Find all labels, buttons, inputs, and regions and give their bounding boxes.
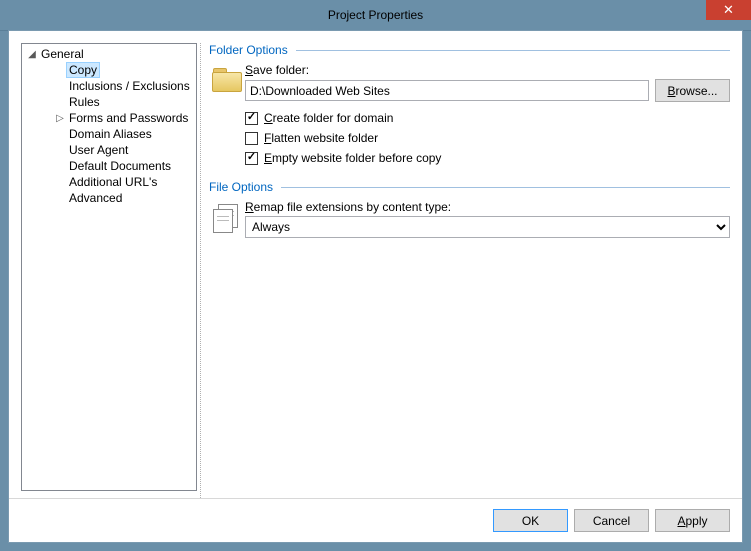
remap-select[interactable]: Always	[245, 216, 730, 238]
splitter[interactable]	[197, 43, 205, 498]
folder-options-body: Save folder: Browse... Create folder for…	[209, 63, 730, 168]
nav-item-default-documents[interactable]: ▷ Default Documents	[22, 158, 196, 174]
project-properties-window: Project Properties ✕ ◢ General ▷ Copy ▷ …	[0, 0, 751, 551]
divider	[296, 50, 730, 51]
main-panel: Folder Options Save folder:	[205, 43, 730, 498]
fields-column: Save folder: Browse... Create folder for…	[245, 63, 730, 168]
spacer-icon: ▷	[54, 97, 66, 108]
icon-column	[209, 200, 245, 238]
nav-label: User Agent	[66, 143, 131, 157]
spacer-icon: ▷	[54, 65, 66, 76]
spacer-icon: ▷	[54, 145, 66, 156]
folder-options-header: Folder Options	[209, 43, 730, 57]
spacer-icon: ▷	[54, 193, 66, 204]
nav-item-additional-urls[interactable]: ▷ Additional URL's	[22, 174, 196, 190]
nav-label: Additional URL's	[66, 175, 160, 189]
expand-icon[interactable]: ▷	[54, 113, 66, 124]
file-options-header: File Options	[209, 180, 730, 194]
titlebar[interactable]: Project Properties ✕	[0, 0, 751, 31]
folder-icon	[212, 67, 242, 93]
nav-label: Copy	[66, 62, 100, 78]
divider	[281, 187, 730, 188]
nav-label: General	[38, 47, 87, 61]
empty-folder-row[interactable]: Empty website folder before copy	[245, 148, 730, 168]
cancel-button[interactable]: Cancel	[574, 509, 649, 532]
create-folder-label: Create folder for domain	[264, 111, 393, 125]
icon-column	[209, 63, 245, 168]
spacer-icon: ▷	[54, 129, 66, 140]
client-area: ◢ General ▷ Copy ▷ Inclusions / Exclusio…	[8, 30, 743, 543]
save-folder-row: Browse...	[245, 79, 730, 102]
flatten-folder-label: Flatten website folder	[264, 131, 378, 145]
browse-button[interactable]: Browse...	[655, 79, 730, 102]
nav-item-advanced[interactable]: ▷ Advanced	[22, 190, 196, 206]
window-title: Project Properties	[0, 8, 751, 22]
save-folder-input[interactable]	[245, 80, 649, 101]
group-legend: Folder Options	[209, 43, 296, 57]
apply-button[interactable]: Apply	[655, 509, 730, 532]
create-folder-row[interactable]: Create folder for domain	[245, 108, 730, 128]
nav-label: Advanced	[66, 191, 125, 205]
nav-label: Forms and Passwords	[66, 111, 191, 125]
save-folder-label: Save folder:	[245, 63, 730, 77]
file-options-body: Remap file extensions by content type: A…	[209, 200, 730, 238]
nav-item-user-agent[interactable]: ▷ User Agent	[22, 142, 196, 158]
flatten-folder-row[interactable]: Flatten website folder	[245, 128, 730, 148]
button-bar: OK Cancel Apply	[9, 498, 742, 542]
nav-item-domain-aliases[interactable]: ▷ Domain Aliases	[22, 126, 196, 142]
empty-folder-checkbox[interactable]	[245, 152, 258, 165]
nav-label: Default Documents	[66, 159, 174, 173]
close-icon: ✕	[723, 2, 734, 18]
expand-icon[interactable]: ◢	[26, 49, 38, 60]
nav-label: Rules	[66, 95, 103, 109]
nav-label: Inclusions / Exclusions	[66, 79, 193, 93]
spacer-icon: ▷	[54, 161, 66, 172]
close-button[interactable]: ✕	[706, 0, 751, 20]
remap-label: Remap file extensions by content type:	[245, 200, 730, 214]
nav-item-forms[interactable]: ▷ Forms and Passwords	[22, 110, 196, 126]
spacer-icon: ▷	[54, 81, 66, 92]
group-legend: File Options	[209, 180, 281, 194]
nav-item-copy[interactable]: ▷ Copy	[22, 62, 196, 78]
create-folder-checkbox[interactable]	[245, 112, 258, 125]
files-icon	[213, 204, 241, 232]
empty-folder-label: Empty website folder before copy	[264, 151, 441, 165]
ok-button[interactable]: OK	[493, 509, 568, 532]
nav-item-general[interactable]: ◢ General	[22, 46, 196, 62]
nav-item-inclusions[interactable]: ▷ Inclusions / Exclusions	[22, 78, 196, 94]
fields-column: Remap file extensions by content type: A…	[245, 200, 730, 238]
flatten-folder-checkbox[interactable]	[245, 132, 258, 145]
nav-item-rules[interactable]: ▷ Rules	[22, 94, 196, 110]
nav-label: Domain Aliases	[66, 127, 155, 141]
content-split: ◢ General ▷ Copy ▷ Inclusions / Exclusio…	[21, 43, 730, 498]
nav-tree[interactable]: ◢ General ▷ Copy ▷ Inclusions / Exclusio…	[21, 43, 197, 491]
spacer-icon: ▷	[54, 177, 66, 188]
